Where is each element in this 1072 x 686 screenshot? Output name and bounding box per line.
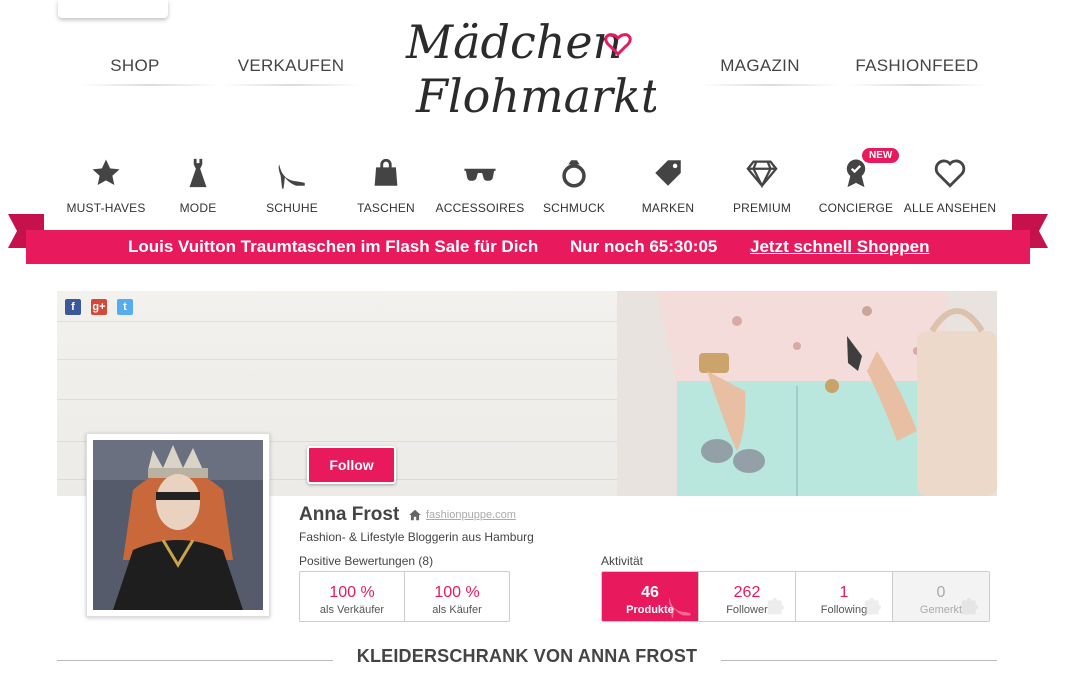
activity-box: 46 Produkte 262 Follower 1 Following 0 G… <box>601 571 990 622</box>
puzzle-icon <box>864 598 881 615</box>
high-heel-icon <box>242 152 342 192</box>
sunglasses-icon <box>430 152 530 192</box>
category-accessoires[interactable]: ACCESSOIRES <box>430 152 530 215</box>
puzzle-icon <box>767 598 784 615</box>
section-title: KLEIDERSCHRANK VON ANNA FROST <box>356 646 698 666</box>
ring-icon <box>524 152 624 192</box>
category-marken[interactable]: MARKEN <box>618 152 718 215</box>
site-logo[interactable]: Mädchen Flohmarkt <box>396 0 660 132</box>
category-taschen[interactable]: TASCHEN <box>336 152 436 215</box>
review-seller-label: als Verkäufer <box>319 604 385 616</box>
tag-icon <box>618 152 718 192</box>
review-buyer-label: als Käufer <box>432 604 482 616</box>
star-icon <box>56 152 156 192</box>
section-divider-right <box>721 660 997 661</box>
new-badge: NEW <box>862 148 900 163</box>
category-must-haves[interactable]: MUST-HAVES <box>56 152 156 215</box>
activity-label: Aktivität <box>601 554 644 568</box>
profile-bio: Fashion- & Lifestyle Bloggerin aus Hambu… <box>299 530 534 544</box>
heart-icon <box>900 152 1000 192</box>
svg-text:Mädchen: Mädchen <box>405 15 622 69</box>
cover-plank <box>57 359 677 360</box>
review-buyer-value: 100 % <box>434 584 480 601</box>
twitter-icon[interactable]: t <box>117 299 133 315</box>
cover-plank <box>57 321 677 322</box>
banner-shop-link[interactable]: Jetzt schnell Shoppen <box>750 237 929 257</box>
category-schuhe[interactable]: SCHUHE <box>242 152 342 215</box>
cover-photo-illustration <box>617 291 997 496</box>
activity-gemerkt-tab[interactable]: 0 Gemerkt <box>892 572 989 621</box>
activity-produkte-tab[interactable]: 46 Produkte <box>602 572 698 621</box>
svg-text:Flohmarkt: Flohmarkt <box>415 69 656 123</box>
home-icon <box>409 509 421 521</box>
diamond-icon <box>712 152 812 192</box>
nav-magazin[interactable]: MAGAZIN <box>700 56 820 86</box>
cover-plank <box>57 399 677 400</box>
category-mode[interactable]: MODE <box>148 152 248 215</box>
section-divider-left <box>57 660 333 661</box>
category-alle-ansehen[interactable]: ALLE ANSEHEN <box>900 152 1000 215</box>
nav-fashionfeed[interactable]: FASHIONFEED <box>842 56 992 86</box>
banner-body: Louis Vuitton Traumtaschen im Flash Sale… <box>26 230 1030 264</box>
nav-shop[interactable]: SHOP <box>80 56 190 86</box>
category-schmuck[interactable]: SCHMUCK <box>524 152 624 215</box>
facebook-icon[interactable]: f <box>65 299 81 315</box>
reviews-label: Positive Bewertungen (8) <box>299 554 434 568</box>
dress-icon <box>148 152 248 192</box>
profile-name: Anna Frost <box>299 504 400 525</box>
follow-button[interactable]: Follow <box>307 446 396 484</box>
review-seller: 100 % als Verkäufer <box>300 572 404 621</box>
flash-sale-banner: Louis Vuitton Traumtaschen im Flash Sale… <box>8 214 1048 266</box>
review-seller-value: 100 % <box>329 584 375 601</box>
banner-text: Louis Vuitton Traumtaschen im Flash Sale… <box>128 237 539 256</box>
category-premium[interactable]: PREMIUM <box>712 152 812 215</box>
profile-website-link[interactable]: fashionpuppe.com <box>426 509 516 521</box>
review-buyer: 100 % als Käufer <box>404 572 509 621</box>
activity-follower-tab[interactable]: 262 Follower <box>698 572 795 621</box>
handbag-icon <box>336 152 436 192</box>
activity-following-tab[interactable]: 1 Following <box>795 572 892 621</box>
reviews-box: 100 % als Verkäufer 100 % als Käufer <box>299 571 510 622</box>
avatar <box>86 433 270 617</box>
category-nav: MUST-HAVES MODE SCHUHE TASCHEN ACCESSOIR… <box>56 148 1016 222</box>
corner-ribbon-tab <box>58 0 168 18</box>
high-heel-icon <box>669 598 691 618</box>
banner-countdown: Nur noch 65:30:05 <box>570 237 718 256</box>
googleplus-icon[interactable]: g+ <box>91 299 107 315</box>
puzzle-icon <box>961 598 978 615</box>
nav-verkaufen[interactable]: VERKAUFEN <box>216 56 366 86</box>
